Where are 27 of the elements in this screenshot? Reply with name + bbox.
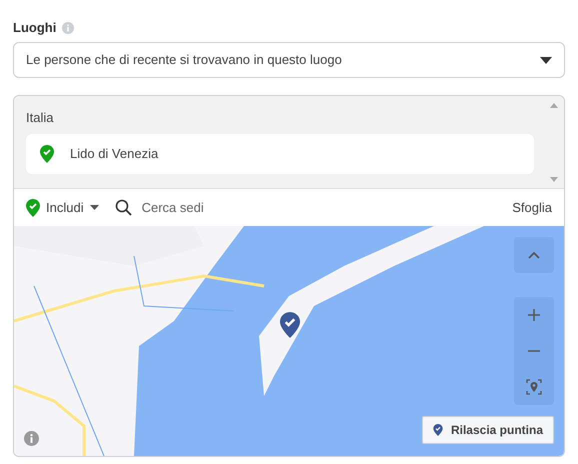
search-field[interactable]: Cerca sedi	[142, 198, 512, 218]
caret-icon	[90, 205, 99, 210]
section-title: Luoghi	[13, 19, 56, 38]
plus-icon	[528, 309, 540, 321]
scroll-down-icon[interactable]	[550, 177, 558, 182]
search-icon	[114, 199, 132, 216]
minus-icon	[528, 350, 540, 352]
chevron-up-icon	[528, 252, 540, 258]
browse-link[interactable]: Sfoglia	[512, 198, 552, 218]
locate-button[interactable]	[514, 369, 554, 405]
zoom-in-button[interactable]	[514, 297, 554, 333]
audience-dropdown[interactable]: Le persone che di recente si trovavano in questo luogo	[13, 42, 565, 78]
info-icon[interactable]	[24, 431, 39, 446]
check-pin-icon	[432, 424, 443, 436]
location-item[interactable]: Lido di Venezia	[26, 134, 534, 174]
check-pin-icon	[26, 198, 40, 216]
info-icon[interactable]	[62, 22, 74, 34]
check-pin-icon	[40, 145, 54, 163]
drop-pin-button[interactable]: Rilascia puntina	[422, 416, 554, 444]
collapse-button[interactable]	[514, 237, 554, 273]
scroll-up-icon[interactable]	[550, 103, 558, 108]
country-label: Italia	[26, 109, 54, 124]
map-pin-icon	[280, 312, 300, 338]
map-drawing[interactable]	[14, 226, 564, 456]
caret-icon	[540, 56, 552, 64]
locate-pin-icon	[526, 379, 542, 395]
include-dropdown[interactable]: Includi	[26, 198, 99, 218]
